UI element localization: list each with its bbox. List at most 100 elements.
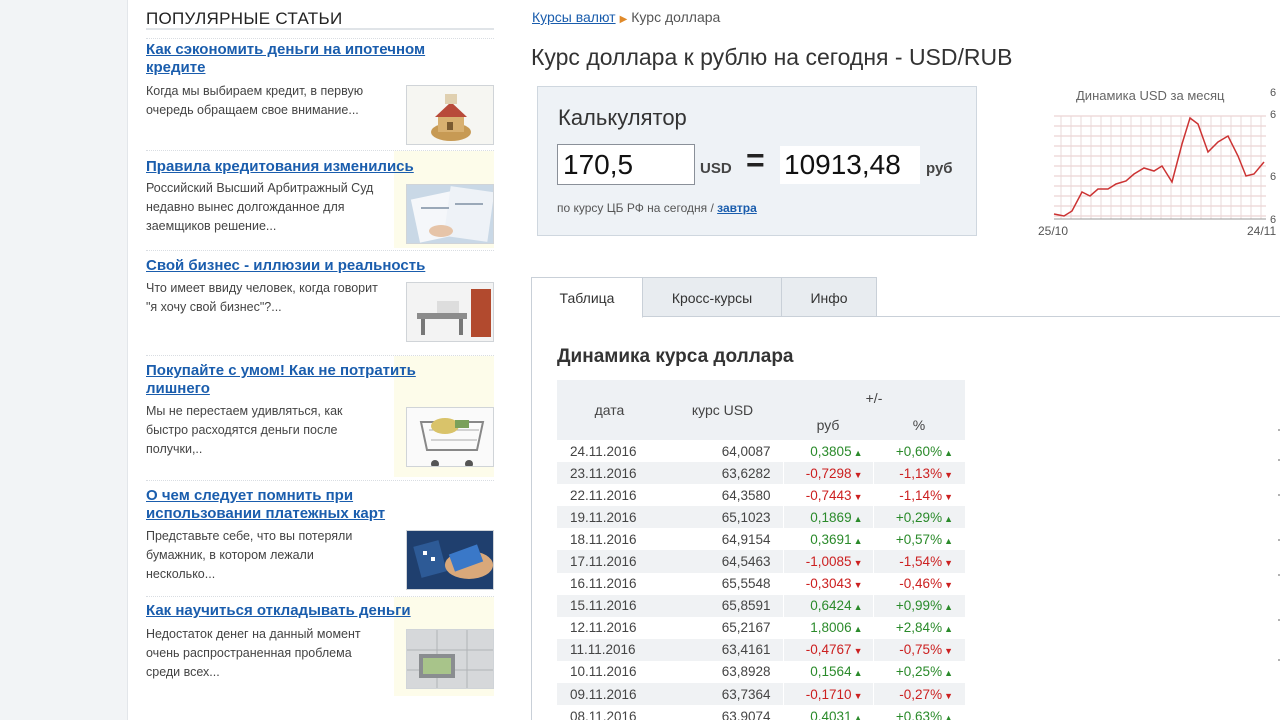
- arrow-down-icon: ▼: [853, 646, 863, 657]
- change-rub-value: 0,1564: [810, 664, 852, 680]
- amount-input[interactable]: 170,5: [557, 144, 695, 185]
- change-percent-value: +0,57%: [895, 531, 943, 547]
- chart-plot: 6 6 6 6: [1053, 87, 1276, 226]
- article-link[interactable]: Свой бизнес - иллюзии и реальность: [146, 257, 456, 275]
- table-row: 23.11.2016 63,6282 -0,7298 ▼ -1,13% ▼: [557, 462, 965, 485]
- cell-date: 11.11.2016: [557, 638, 662, 661]
- cell-change-percent: +0,63% ▲: [872, 705, 965, 720]
- article-thumbnail-house-money[interactable]: [406, 85, 494, 145]
- cell-change-rub: 0,3805 ▲: [782, 440, 873, 463]
- cell-rate: 64,5463: [662, 550, 783, 573]
- change-percent-value: -0,75%: [899, 642, 943, 658]
- header-date: дата: [557, 380, 662, 440]
- cell-change-percent: -1,14% ▼: [872, 484, 965, 507]
- header-change-rub: руб: [783, 410, 873, 440]
- article-item: Правила кредитования изменились Российск…: [146, 150, 494, 248]
- change-rub-value: -0,1710: [805, 686, 852, 702]
- article-link[interactable]: Покупайте с умом! Как не потратить лишне…: [146, 362, 456, 398]
- article-link[interactable]: Как сэкономить деньги на ипотечном креди…: [146, 41, 456, 77]
- change-rub-value: 0,3805: [810, 443, 852, 459]
- arrow-up-icon: ▲: [944, 535, 953, 546]
- cell-date: 15.11.2016: [557, 594, 662, 617]
- arrow-up-icon: ▲: [853, 535, 863, 546]
- cell-date: 22.11.2016: [570, 487, 637, 503]
- change-percent-value: -1,54%: [899, 554, 943, 570]
- table-row: 19.11.2016 65,1023 0,1869 ▲ +0,29% ▲: [557, 506, 965, 529]
- table-row: 24.11.2016 64,0087 0,3805 ▲ +0,60% ▲: [557, 440, 965, 463]
- article-thumbnail-payment-card[interactable]: [406, 530, 494, 590]
- article-thumbnail-documents[interactable]: [406, 184, 494, 244]
- change-percent-value: -0,46%: [899, 576, 943, 592]
- arrow-down-icon: ▼: [944, 646, 953, 657]
- cell-rate: 65,2167: [721, 620, 771, 636]
- cell-rate: 64,9154: [721, 531, 771, 547]
- arrow-down-icon: ▼: [944, 469, 953, 480]
- change-rub-value: 0,6424: [810, 598, 852, 614]
- table-row: 16.11.2016 65,5548 -0,3043 ▼ -0,46% ▼: [557, 572, 965, 595]
- arrow-up-icon: ▲: [944, 513, 953, 524]
- arrow-up-icon: ▲: [944, 602, 953, 613]
- tab-table[interactable]: Таблица: [531, 277, 643, 318]
- svg-text:6: 6: [1270, 87, 1276, 99]
- table-row: 15.11.2016 65,8591 0,6424 ▲ +0,99% ▲: [557, 594, 965, 617]
- change-percent-value: +2,84%: [895, 620, 943, 636]
- cell-change-percent: +0,29% ▲: [872, 506, 965, 529]
- arrow-up-icon: ▲: [944, 447, 953, 458]
- change-percent-value: +0,63%: [895, 708, 943, 720]
- arrow-down-icon: ▼: [853, 491, 863, 502]
- cell-date: 23.11.2016: [557, 462, 662, 485]
- change-percent-value: -1,13%: [899, 465, 943, 481]
- table-row: 12.11.2016 65,2167 1,8006 ▲ +2,84% ▲: [557, 616, 965, 639]
- article-description: Российский Высший Арбитражный Суд недавн…: [146, 181, 374, 233]
- breadcrumb-link-currency-rates[interactable]: Курсы валют: [532, 9, 616, 25]
- change-rub-value: -0,7443: [805, 487, 852, 503]
- change-percent-value: +0,99%: [895, 598, 943, 614]
- change-rub-value: -1,0085: [805, 554, 852, 570]
- article-thumbnail-safe-drawer[interactable]: [406, 629, 494, 689]
- cell-change-rub: 0,3691 ▲: [782, 528, 873, 551]
- calculator-title: Калькулятор: [558, 105, 687, 130]
- article-link[interactable]: Правила кредитования изменились: [146, 158, 456, 176]
- cell-change-rub: 0,1564 ▲: [782, 660, 873, 684]
- change-rub-value: -0,4767: [805, 642, 852, 658]
- tomorrow-rate-link[interactable]: завтра: [717, 201, 757, 215]
- article-item: О чем следует помнить при использовании …: [146, 480, 494, 592]
- article-link[interactable]: Как научиться откладывать деньги: [146, 602, 456, 620]
- table-row: 09.11.2016 63,7364 -0,1710 ▼ -0,27% ▼: [557, 683, 965, 706]
- change-percent-value: -0,27%: [899, 686, 943, 702]
- cell-date: 08.11.2016: [570, 708, 637, 720]
- article-item: Свой бизнес - иллюзии и реальность Что и…: [146, 250, 494, 354]
- cell-date: 17.11.2016: [557, 550, 662, 573]
- rate-source-text: по курсу ЦБ РФ на сегодня /: [557, 201, 714, 215]
- tab-info[interactable]: Инфо: [781, 277, 877, 317]
- cell-change-percent: +2,84% ▲: [872, 616, 965, 639]
- arrow-up-icon: ▲: [944, 712, 953, 720]
- table-title: Динамика курса доллара: [557, 346, 794, 367]
- cell-rate: 65,1023: [662, 506, 783, 529]
- article-thumbnail-shopping-cart[interactable]: [406, 407, 494, 467]
- article-link[interactable]: О чем следует помнить при использовании …: [146, 487, 456, 523]
- cell-rate: 65,8591: [662, 594, 783, 617]
- cell-change-percent: -1,54% ▼: [872, 550, 965, 573]
- change-rub-value: -0,3043: [805, 576, 852, 592]
- currency-calculator: Калькулятор 170,5 USD = 10913,48 руб по …: [537, 86, 977, 236]
- arrow-up-icon: ▲: [853, 447, 863, 458]
- to-currency-label: руб: [926, 160, 953, 177]
- cell-change-percent: +0,99% ▲: [872, 594, 965, 617]
- article-description: Недостаток денег на данный момент очень …: [146, 627, 361, 679]
- cell-date: 16.11.2016: [570, 576, 637, 592]
- tab-cross-rates[interactable]: Кросс-курсы: [642, 277, 782, 317]
- cell-date: 19.11.2016: [557, 506, 662, 529]
- arrow-down-icon: ▼: [944, 580, 953, 591]
- cell-date: 10.11.2016: [570, 664, 637, 680]
- cell-rate: 64,3580: [721, 487, 771, 503]
- table-row: 22.11.2016 64,3580 -0,7443 ▼ -1,14% ▼: [557, 484, 965, 507]
- breadcrumb-current: Курс доллара: [631, 9, 721, 25]
- cell-change-percent: +0,25% ▲: [872, 660, 965, 684]
- change-percent-value: +0,25%: [895, 664, 943, 680]
- cell-date: 09.11.2016: [557, 683, 662, 706]
- article-thumbnail-office[interactable]: [406, 282, 494, 342]
- tab-bar: Таблица Кросс-курсы Инфо: [531, 277, 1280, 318]
- rate-source-note: по курсу ЦБ РФ на сегодня / завтра: [557, 201, 757, 215]
- change-percent-value: -1,14%: [899, 487, 943, 503]
